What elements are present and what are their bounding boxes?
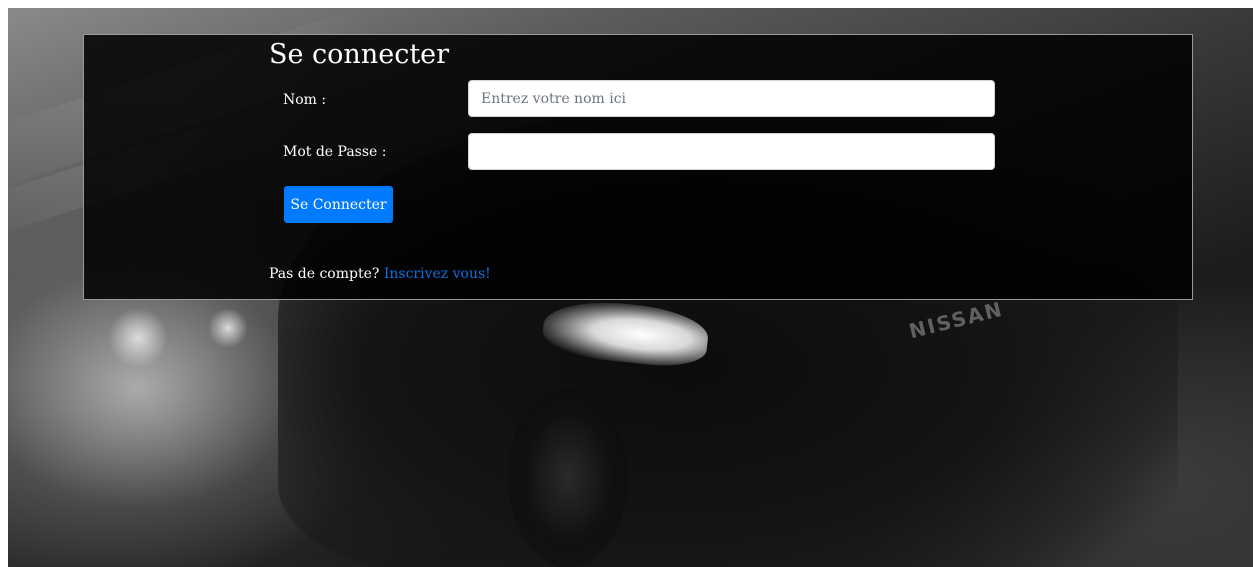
page-viewport: NISSAN Se connecter Nom : Mot de Passe :… <box>8 8 1253 567</box>
no-account-text: Pas de compte? <box>269 266 380 282</box>
password-label: Mot de Passe : <box>283 144 387 160</box>
register-prompt: Pas de compte? Inscrivez vous! <box>269 265 491 283</box>
page-title: Se connecter <box>269 39 450 70</box>
name-label: Nom : <box>283 92 327 108</box>
login-panel: Se connecter Nom : Mot de Passe : Se Con… <box>83 34 1193 300</box>
background-light-blob <box>208 308 248 348</box>
password-input[interactable] <box>468 133 995 170</box>
background-light-blob <box>108 308 168 368</box>
name-input[interactable] <box>468 80 995 117</box>
register-link[interactable]: Inscrivez vous! <box>384 266 491 282</box>
login-button[interactable]: Se Connecter <box>284 186 393 223</box>
background-car-wheel <box>508 388 628 567</box>
